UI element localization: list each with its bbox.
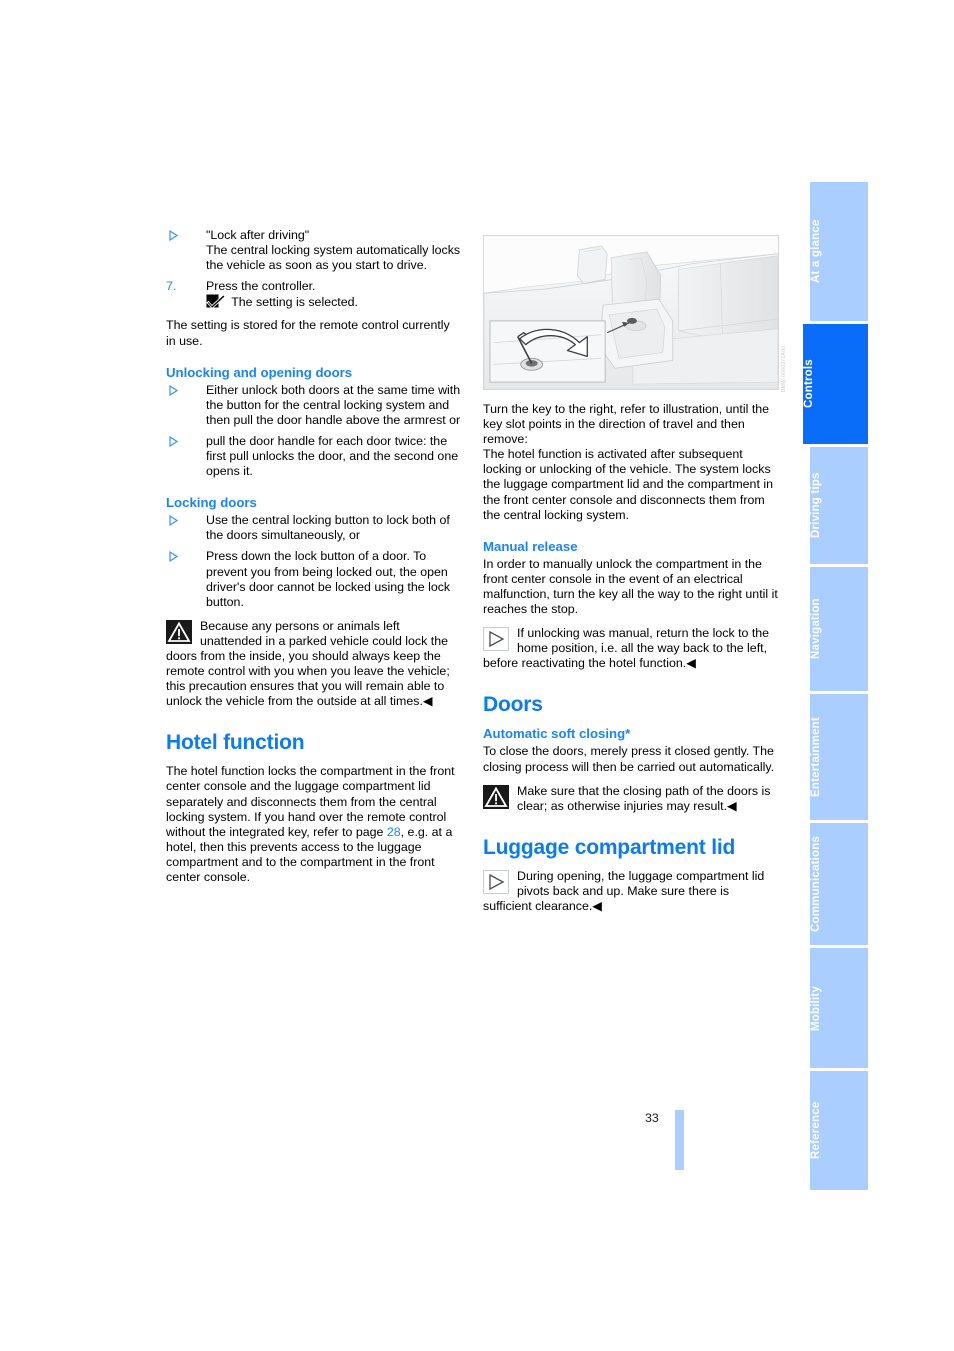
end-mark: ◀ <box>592 898 602 913</box>
tab-label: Communications <box>810 835 822 933</box>
bullet-line-1: "Lock after driving" <box>206 228 310 242</box>
stored-setting-note: The setting is stored for the remote con… <box>166 318 450 348</box>
list-item-text: Use the central locking button to lock b… <box>206 513 450 543</box>
list-item: Press down the lock button of a door. To… <box>166 549 462 609</box>
checkbox-checked-icon <box>206 294 226 310</box>
note-block: If unlocking was manual, return the lock… <box>483 626 779 671</box>
tab-communications[interactable]: Communications <box>810 823 868 945</box>
tab-label: Navigation <box>810 598 822 660</box>
end-mark: ◀ <box>422 694 433 709</box>
tab-controls[interactable]: Controls <box>803 324 868 444</box>
heading-doors: Doors <box>483 693 543 717</box>
turn-key-paragraph: Turn the key to the right, refer to illu… <box>483 402 770 447</box>
end-mark: ◀ <box>727 798 737 813</box>
tab-entertainment[interactable]: Entertainment <box>810 694 868 820</box>
page-reference-link[interactable]: 28 <box>387 825 401 839</box>
step-text: Press the controller. <box>206 279 316 294</box>
tab-at-a-glance[interactable]: At a glance <box>810 182 868 321</box>
bullet-line-2: The central locking system automatically… <box>206 243 461 273</box>
tab-label: Entertainment <box>810 717 822 797</box>
tab-driving-tips[interactable]: Driving tips <box>810 447 868 564</box>
manual-release-paragraph: In order to manually unlock the compartm… <box>483 556 778 617</box>
manual-page: "Lock after driving" The central locking… <box>0 0 954 1351</box>
soft-closing-paragraph: To close the doors, merely press it clos… <box>483 744 775 774</box>
hotel-activation-paragraph: The hotel function is activated after su… <box>483 447 773 522</box>
heading-unlocking-opening-doors: Unlocking and opening doors <box>166 364 353 380</box>
figure-id-watermark: BMW-0000271A00 <box>781 345 787 392</box>
numbered-step-7: 7. Press the controller. The setting is … <box>166 279 462 310</box>
tab-label: At a glance <box>810 219 822 284</box>
illustration-svg <box>484 236 778 389</box>
note-text: During opening, the luggage compartment … <box>483 868 765 913</box>
note-play-icon <box>483 869 509 894</box>
warning-triangle-icon <box>166 619 192 644</box>
list-item-text: Press down the lock button of a door. To… <box>206 549 451 609</box>
list-item: Use the central locking button to lock b… <box>166 513 462 543</box>
page-number: 33 <box>645 1111 659 1125</box>
heading-automatic-soft-closing: Automatic soft closing* <box>483 726 631 742</box>
warning-block: Because any persons or animals left unat… <box>166 619 462 710</box>
center-console-illustration <box>483 235 779 390</box>
tab-label: Mobility <box>810 985 822 1031</box>
note-text: If unlocking was manual, return the lock… <box>483 626 770 671</box>
list-item: Either unlock both doors at the same tim… <box>166 383 462 428</box>
warning-block: Make sure that the closing path of the d… <box>483 784 779 814</box>
note-block: During opening, the luggage compartment … <box>483 869 779 914</box>
hotel-function-paragraph: The hotel function locks the compartment… <box>166 764 462 885</box>
tab-label: Reference <box>810 1101 822 1160</box>
tab-reference[interactable]: Reference <box>810 1071 868 1190</box>
warning-triangle-icon <box>483 784 509 809</box>
list-item: "Lock after driving" The central locking… <box>166 228 462 273</box>
tab-mobility[interactable]: Mobility <box>810 948 868 1068</box>
step-result: The setting is selected. <box>231 295 358 310</box>
warning-text: Because any persons or animals left unat… <box>166 618 450 709</box>
end-mark: ◀ <box>686 656 696 671</box>
heading-hotel-function: Hotel function <box>166 731 305 755</box>
note-play-icon <box>483 627 509 652</box>
tab-label: Driving tips <box>810 472 822 539</box>
list-item-text: Either unlock both doors at the same tim… <box>206 382 461 427</box>
left-text-column: "Lock after driving" The central locking… <box>166 228 462 885</box>
list-item-text: pull the door handle for each door twice… <box>206 433 459 479</box>
page-marker-bar <box>675 1110 684 1170</box>
heading-luggage-compartment-lid: Luggage compartment lid <box>483 835 736 859</box>
right-text-column: Turn the key to the right, refer to illu… <box>483 402 779 914</box>
list-item: pull the door handle for each door twice… <box>166 434 462 479</box>
step-number: 7. <box>166 279 177 294</box>
section-tabs: At a glance Controls Driving tips Naviga… <box>803 182 868 1193</box>
tab-label: Controls <box>803 359 815 409</box>
heading-manual-release: Manual release <box>483 538 578 554</box>
tab-navigation[interactable]: Navigation <box>810 567 868 691</box>
heading-locking-doors: Locking doors <box>166 495 257 511</box>
